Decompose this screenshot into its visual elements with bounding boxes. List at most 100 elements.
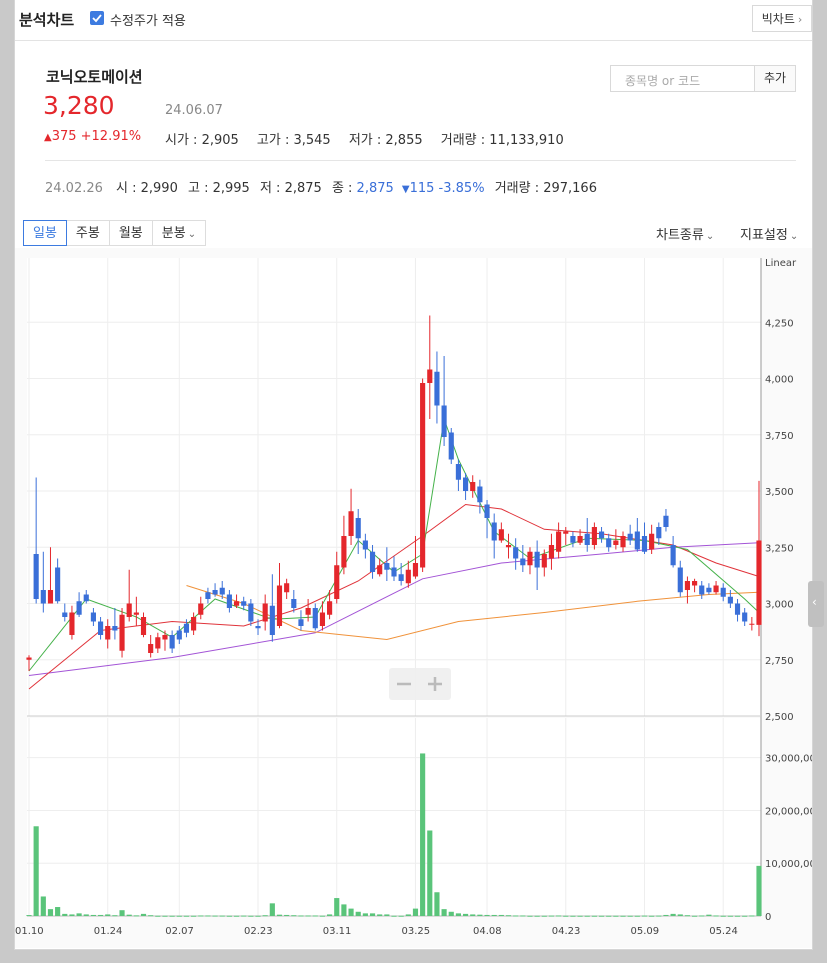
volume-bar [720,915,726,917]
up-triangle-icon: ▲ [44,132,52,143]
volume-bar [598,915,605,917]
price-change: ▲375 +12.91% [44,129,141,144]
trade-volume: 거래량 : 11,133,910 [440,133,564,148]
volume-tick-label: 10,000,000 [765,859,812,870]
candle-body [291,599,297,608]
tab-daily[interactable]: 일봉 [23,220,67,246]
volume-bar [484,914,490,916]
candle-body [355,518,361,539]
volume-bar [305,915,311,917]
volume-bar [105,914,111,916]
price-tick-label: 2,500 [765,712,794,723]
candle-body [334,565,340,599]
volume-bar [291,915,297,917]
candle-body [462,477,469,491]
candle-body [155,637,161,649]
candle-body [33,554,39,599]
volume-tick-label: 30,000,000 [765,754,812,765]
volume-bar [420,753,426,916]
volume-bar [649,915,655,917]
tab-minute[interactable]: 분봉 ⌄ [151,220,207,246]
volume-bar [412,908,419,916]
candle-body [241,601,247,606]
candle-body [148,644,154,653]
hover-low: 저 : 2,875 [259,181,322,196]
volume-bar [241,915,247,917]
candle-body [477,486,483,503]
volume-bar [97,914,104,916]
candle-body [391,567,397,577]
candle-body [577,536,583,543]
side-panel-handle[interactable]: ‹ [808,581,824,627]
candle-body [233,601,240,606]
candle-body [470,482,476,491]
candle-body [398,574,404,581]
volume-bar [327,914,333,916]
volume-bar [620,915,626,917]
volume-bar [26,915,32,917]
volume-bar [219,915,225,917]
hover-change-value: 115 -3.85% [409,181,485,196]
tab-monthly[interactable]: 월봉 [108,220,153,246]
volume-bar [155,915,161,917]
volume-bar [670,913,676,916]
candle-body [663,515,669,527]
volume-bar [477,914,483,916]
volume-bar [434,892,440,916]
chart-panel: 분석차트 수정주가 적용 빅차트 › 코닉오토메이션 3,280 24.06.07… [14,0,822,950]
date-tick-label: 01.10 [15,926,44,937]
volume-bar [384,914,390,916]
candle-body [305,608,311,615]
volume-bar [262,915,268,917]
volume-bar [505,915,512,917]
candle-body [606,538,612,548]
candle-body [713,585,719,593]
adjusted-price-checkbox[interactable] [90,11,104,25]
volume-bar [756,865,762,916]
open-price: 시가 : 2,905 [165,133,239,148]
candle-body [598,531,605,539]
volume-bar [248,915,254,917]
volume-plot-background [27,718,761,916]
volume-bar [641,915,648,917]
volume-bar [677,914,683,916]
volume-bar [613,915,619,917]
price-plot-background [27,258,761,716]
price-volume-chart[interactable]: 4,250 4,000 3,750 3,500 3,250 3,000 2,750 2,500… [15,248,822,948]
candle-body [262,603,268,622]
candle-body [105,626,111,640]
adjusted-price-label[interactable]: 수정주가 적용 [110,10,186,29]
volume-bar [727,915,733,917]
candle-body [319,612,326,626]
candle-body [656,527,662,539]
candle-body [119,614,125,651]
volume-bar [534,915,540,917]
candle-body [312,608,318,629]
candle-body [198,603,204,615]
candle-body [377,565,383,575]
candle-body [727,596,733,604]
stock-search-input[interactable]: 종목명 or 코드 [610,65,755,92]
candle-body [692,581,698,586]
date-tick-label: 05.09 [630,926,659,937]
candle-body [427,369,433,383]
add-button[interactable]: 추가 [754,65,796,92]
volume-bar [498,914,504,916]
chart-type-menu[interactable]: 차트종류 ⌄ [656,224,714,243]
date-tick-label: 03.25 [401,926,430,937]
volume-bar [749,915,755,917]
date-tick-label: 01.24 [94,926,123,937]
volume-bar [734,915,741,917]
indicator-menu[interactable]: 지표설정 ⌄ [740,224,798,243]
chart-area[interactable]: 4,250 4,000 3,750 3,500 3,250 3,000 2,750 2,500… [15,248,822,948]
candle-body [55,567,61,602]
volume-bar [656,915,662,917]
chevron-down-icon: ⌄ [705,231,715,242]
candle-body [348,511,354,536]
volume-bar [176,915,182,917]
tab-weekly[interactable]: 주봉 [65,220,110,246]
big-chart-button[interactable]: 빅차트 › [752,5,812,32]
candle-body [255,626,261,629]
volume-bar [527,915,533,917]
candle-body [47,590,54,604]
